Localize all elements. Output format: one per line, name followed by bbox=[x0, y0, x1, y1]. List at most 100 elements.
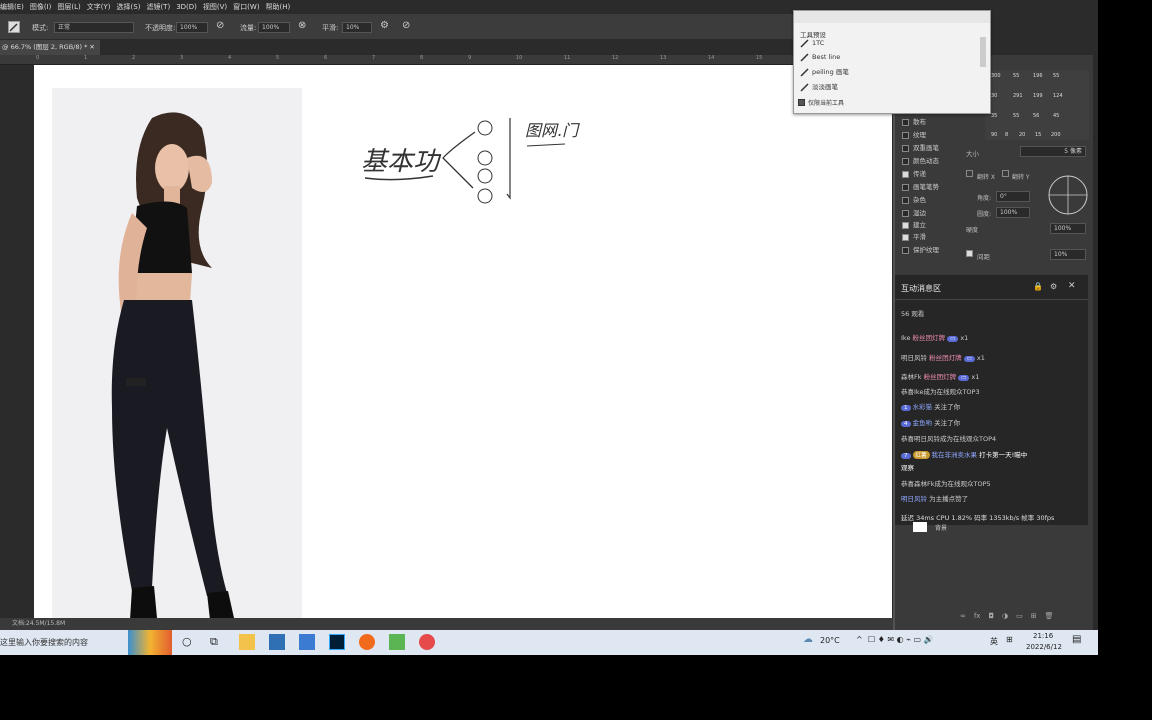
menu-select[interactable]: 选择(S) bbox=[117, 2, 141, 12]
tray-expand-icon[interactable]: ^ bbox=[856, 635, 863, 644]
app-green-icon[interactable] bbox=[389, 634, 405, 650]
checkbox[interactable] bbox=[902, 184, 909, 191]
brush-option-color-dynamics[interactable]: 颜色动态 bbox=[902, 156, 964, 167]
notification-icon[interactable]: ▤ bbox=[1072, 634, 1081, 645]
horizontal-ruler: 0 1 2 3 4 5 6 7 8 9 10 11 12 13 14 15 bbox=[0, 55, 895, 65]
checkbox[interactable] bbox=[902, 197, 909, 204]
weather-temp[interactable]: 20°C bbox=[820, 636, 840, 645]
checkbox[interactable] bbox=[902, 158, 909, 165]
layer-thumbnail[interactable] bbox=[913, 522, 927, 532]
spacing-checkbox[interactable] bbox=[966, 250, 973, 257]
document-tab[interactable]: @ 66.7% (图层 2, RGB/8) * ✕ bbox=[0, 40, 100, 55]
preset-scrollbar[interactable] bbox=[980, 37, 986, 67]
menu-image[interactable]: 图像(I) bbox=[30, 2, 52, 12]
fx-icon[interactable]: fx bbox=[974, 612, 981, 622]
brush-angle-preview[interactable] bbox=[1046, 173, 1090, 217]
app-s-icon[interactable] bbox=[299, 634, 315, 650]
mode-select[interactable]: 正常 bbox=[54, 22, 134, 33]
close-icon[interactable]: ✕ bbox=[1068, 281, 1076, 291]
roundness-input[interactable]: 100% bbox=[996, 207, 1030, 218]
checkbox[interactable] bbox=[902, 210, 909, 217]
menu-window[interactable]: 窗口(W) bbox=[233, 2, 259, 12]
opacity-input[interactable]: 100% bbox=[176, 22, 208, 33]
brush-option-transfer[interactable]: 传递 bbox=[902, 169, 964, 180]
link-icon[interactable]: ∞ bbox=[960, 612, 966, 622]
menu-layer[interactable]: 图层(L) bbox=[57, 2, 80, 12]
brush-tips-grid[interactable]: 300 55 196 55 30 291 199 124 35 55 56 45… bbox=[985, 70, 1089, 140]
file-explorer-icon[interactable] bbox=[239, 634, 255, 650]
folder-icon[interactable]: ▭ bbox=[1016, 612, 1023, 622]
brush-tool-icon[interactable] bbox=[8, 21, 20, 33]
pressure-opacity-icon[interactable]: ⊘ bbox=[216, 20, 224, 31]
brush-option-noise[interactable]: 杂色 bbox=[902, 195, 964, 206]
airbrush-icon[interactable]: ⊗ bbox=[298, 20, 306, 31]
preset-label: 1TC bbox=[812, 39, 825, 47]
hardness-input[interactable]: 100% bbox=[1050, 223, 1086, 234]
cortana-icon[interactable]: ○ bbox=[182, 635, 192, 648]
checkbox[interactable] bbox=[902, 119, 909, 126]
ime-indicator[interactable]: 英 bbox=[990, 636, 998, 647]
menu-edit[interactable]: 编辑(E) bbox=[0, 2, 24, 12]
menu-view[interactable]: 视图(V) bbox=[203, 2, 227, 12]
flip-y-checkbox[interactable] bbox=[1002, 170, 1009, 177]
app-red-icon[interactable] bbox=[419, 634, 435, 650]
menu-help[interactable]: 帮助(H) bbox=[266, 2, 291, 12]
brush-option-dual[interactable]: 双重画笔 bbox=[902, 143, 964, 154]
tab-close-icon[interactable]: ✕ bbox=[89, 43, 94, 51]
preset-item[interactable]: Best line bbox=[798, 51, 978, 64]
chat-message: 恭喜Ike成为在线观众TOP3 bbox=[901, 388, 980, 396]
brush-option-pose[interactable]: 画笔笔势 bbox=[902, 182, 964, 193]
panel-scrollbar[interactable] bbox=[1093, 55, 1098, 630]
size-input[interactable]: 5 像素 bbox=[1020, 146, 1086, 157]
keyboard-icon[interactable]: ⊞ bbox=[1006, 635, 1013, 644]
brush-option-smoothing[interactable]: 平滑 bbox=[902, 232, 964, 243]
gift-icon: ▭ bbox=[963, 356, 975, 362]
angle-input[interactable]: 0° bbox=[996, 191, 1030, 202]
flip-x-checkbox[interactable] bbox=[966, 170, 973, 177]
checkbox[interactable] bbox=[902, 145, 909, 152]
clock-time[interactable]: 21:16 bbox=[1033, 632, 1053, 640]
brush-option-buildup[interactable]: 建立 bbox=[902, 220, 964, 231]
checkbox-checked[interactable] bbox=[902, 171, 909, 178]
brush-option-texture[interactable]: 纹理 bbox=[902, 130, 964, 141]
pressure-size-icon[interactable]: ⊘ bbox=[402, 20, 410, 31]
menu-3d[interactable]: 3D(D) bbox=[176, 3, 197, 11]
store-icon[interactable] bbox=[269, 634, 285, 650]
clock-date[interactable]: 2022/6/12 bbox=[1026, 643, 1062, 651]
brush-tip-size: 30 bbox=[991, 93, 998, 99]
settings-gear-icon[interactable]: ⚙ bbox=[380, 20, 389, 31]
flip-y-label: 翻转 Y bbox=[1012, 174, 1030, 181]
smooth-input[interactable]: 10% bbox=[342, 22, 372, 33]
adjust-icon[interactable]: ◑ bbox=[1002, 612, 1008, 622]
brush-option-protect-texture[interactable]: 保护纹理 bbox=[902, 245, 964, 256]
panel-header[interactable] bbox=[794, 11, 990, 23]
preset-item[interactable]: 淡淡画笔 bbox=[798, 81, 978, 94]
new-layer-icon[interactable]: ⊞ bbox=[1031, 612, 1037, 622]
checkbox-checked[interactable] bbox=[902, 222, 909, 229]
taskbar-search[interactable]: 这里输入你要搜索的内容 bbox=[0, 630, 128, 655]
chat-user: 明日风铃 bbox=[901, 495, 927, 503]
checkbox-checked[interactable] bbox=[902, 234, 909, 241]
lock-icon[interactable]: 🔒 bbox=[1033, 282, 1043, 291]
current-tool-only-checkbox[interactable] bbox=[798, 99, 805, 106]
preset-item[interactable]: peiling 画笔 bbox=[798, 66, 978, 79]
tray-icons[interactable]: ☐ ♦ ✉ ◐ ⌁ ▭ 🔊 bbox=[868, 635, 934, 644]
brush-tip-size: 196 bbox=[1033, 73, 1043, 79]
flow-input[interactable]: 100% bbox=[258, 22, 290, 33]
trash-icon[interactable]: 🗑 bbox=[1045, 612, 1054, 622]
task-view-icon[interactable]: ⧉ bbox=[210, 635, 218, 649]
menu-filter[interactable]: 滤镜(T) bbox=[146, 2, 170, 12]
photoshop-icon[interactable] bbox=[329, 634, 345, 650]
brush-option-wet-edges[interactable]: 湿边 bbox=[902, 208, 964, 219]
checkbox[interactable] bbox=[902, 132, 909, 139]
settings-icon[interactable]: ⚙ bbox=[1050, 282, 1057, 291]
brush-option-scatter[interactable]: 散布 bbox=[902, 117, 964, 128]
menu-type[interactable]: 文字(Y) bbox=[87, 2, 111, 12]
mask-icon[interactable]: ◘ bbox=[988, 612, 994, 622]
browser-icon[interactable] bbox=[359, 634, 375, 650]
gift-row: Ike 粉丝团灯牌 ▭ x1 bbox=[901, 332, 968, 342]
gift-count: x1 bbox=[971, 373, 980, 381]
spacing-input[interactable]: 10% bbox=[1050, 249, 1086, 260]
preset-item[interactable]: 1TC bbox=[798, 37, 978, 50]
checkbox[interactable] bbox=[902, 247, 909, 254]
